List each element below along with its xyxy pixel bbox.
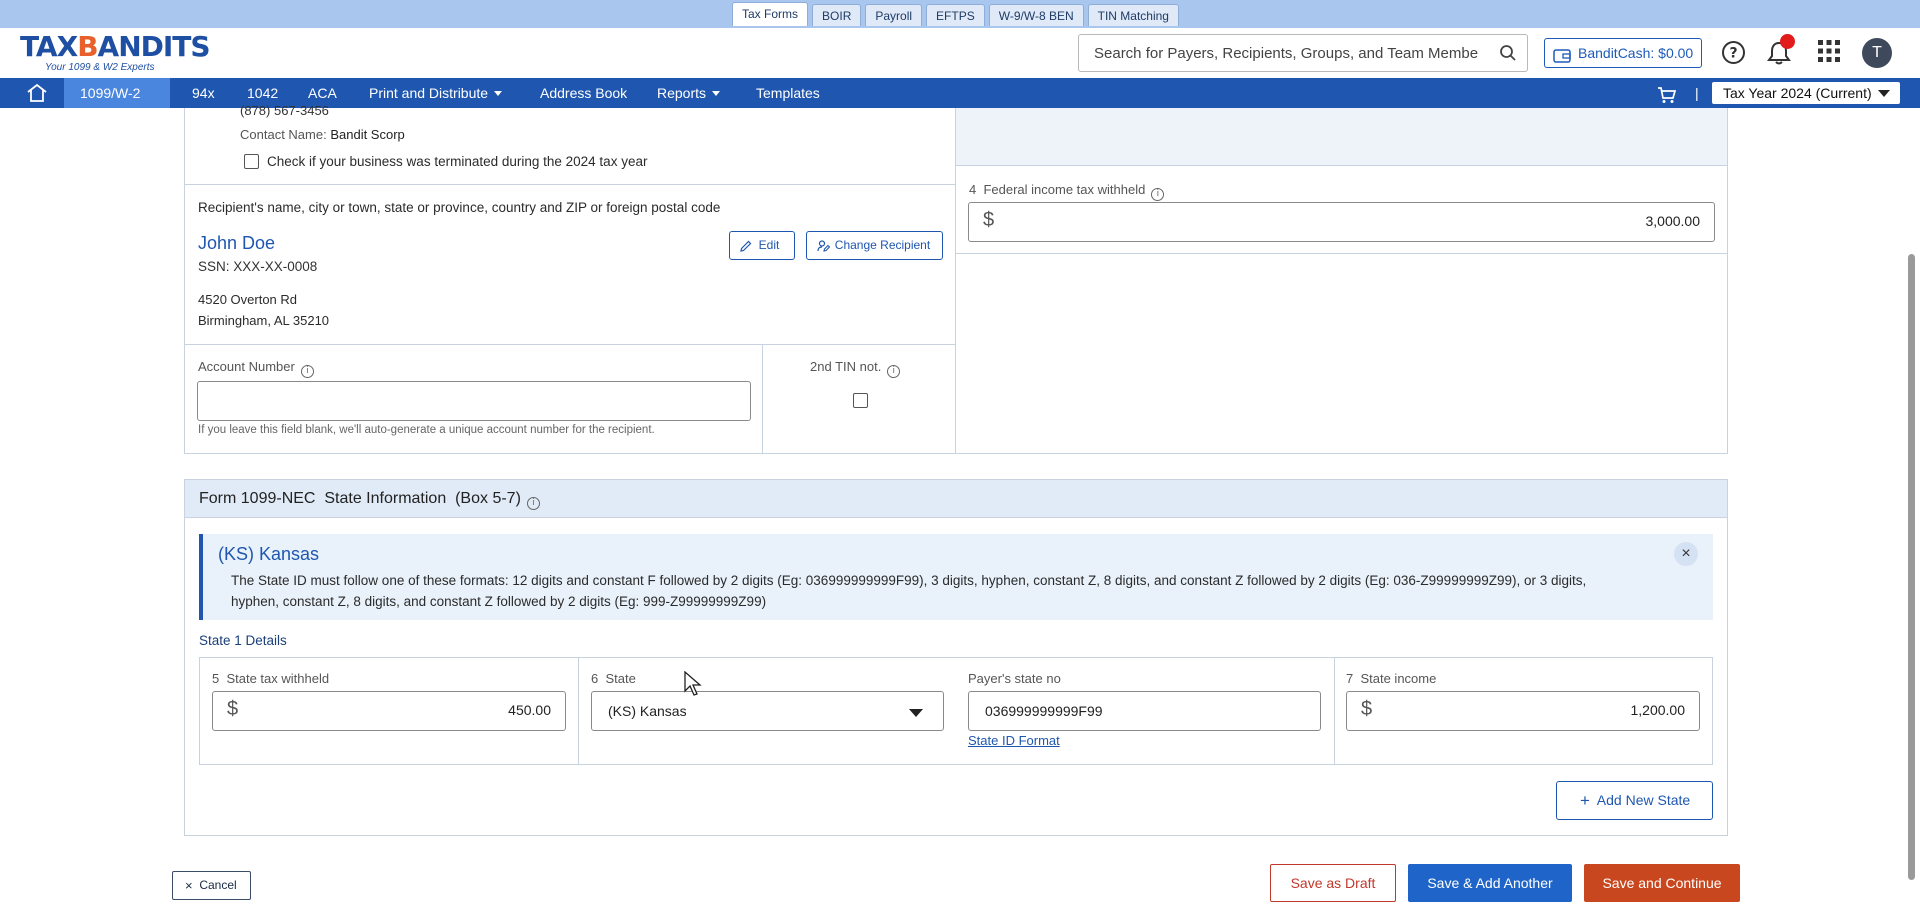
wallet-icon	[1553, 45, 1571, 73]
cancel-button[interactable]: × Cancel	[172, 871, 251, 900]
state-info-header: Form 1099-NEC State Information (Box 5-7…	[184, 479, 1728, 518]
state-1-details-label: State 1 Details	[199, 633, 287, 648]
box6-label: 6 State	[591, 671, 636, 686]
recipient-ssn: SSN: XXX-XX-0008	[198, 259, 318, 274]
box4-label: 4 Federal income tax withheld i	[969, 182, 1165, 201]
nav-templates[interactable]: Templates	[756, 78, 820, 108]
federal-tax-withheld-input[interactable]: $ 3,000.00	[968, 202, 1715, 242]
product-tab-payroll[interactable]: Payroll	[865, 4, 923, 26]
state-select[interactable]: (KS) Kansas	[591, 691, 944, 731]
home-icon[interactable]	[26, 83, 48, 103]
notice-state-name: (KS) Kansas	[218, 544, 320, 564]
state-tax-withheld-input[interactable]: $ 450.00	[212, 691, 566, 731]
info-icon[interactable]: i	[887, 365, 901, 378]
user-edit-icon	[817, 240, 830, 252]
chevron-down-icon	[909, 709, 923, 717]
product-tab-tin-matching[interactable]: TIN Matching	[1087, 4, 1179, 26]
save-as-draft-button[interactable]: Save as Draft	[1270, 864, 1396, 902]
second-tin-label: 2nd TIN not. i	[810, 359, 901, 378]
payer-state-no-input[interactable]: 036999999999F99	[968, 691, 1321, 731]
nav-address-book[interactable]: Address Book	[540, 78, 627, 108]
tax-year-select[interactable]: Tax Year 2024 (Current)	[1712, 82, 1900, 104]
add-new-state-button[interactable]: + Add New State	[1556, 781, 1713, 820]
save-and-continue-button[interactable]: Save and Continue	[1584, 864, 1740, 902]
account-number-label: Account Number i	[198, 359, 314, 378]
payer-section: (878) 567-3456 Contact Name: Bandit Scor…	[184, 103, 956, 185]
info-icon[interactable]: i	[526, 497, 540, 510]
global-search	[1078, 34, 1528, 72]
product-tab-eftps[interactable]: EFTPS	[926, 4, 985, 26]
help-icon[interactable]: ?	[1721, 40, 1746, 70]
box5-label: 5 State tax withheld	[212, 671, 330, 686]
nav-reports[interactable]: Reports	[657, 78, 721, 108]
notification-badge	[1780, 34, 1795, 49]
chevron-down-icon	[1878, 90, 1890, 97]
close-icon: ×	[185, 878, 193, 893]
right-upper-box	[955, 108, 1728, 166]
taxbandits-logo[interactable]: TAXBANDITS Your 1099 & W2 Experts	[20, 30, 220, 74]
notice-text: The State ID must follow one of these fo…	[231, 573, 1587, 609]
product-tabs-strip: Tax Forms BOIR Payroll EFTPS W-9/W-8 BEN…	[0, 0, 1920, 28]
payer-phone: (878) 567-3456	[240, 103, 329, 118]
pencil-icon	[740, 240, 752, 252]
mouse-cursor-icon	[684, 671, 702, 696]
second-tin-section: 2nd TIN not. i	[762, 344, 956, 454]
payer-contact: Contact Name: Bandit Scorp	[240, 127, 405, 142]
account-number-input[interactable]	[197, 381, 751, 421]
product-tab-tax-forms[interactable]: Tax Forms	[732, 2, 809, 26]
search-icon[interactable]	[1499, 44, 1517, 67]
state-income-input[interactable]: $ 1,200.00	[1346, 691, 1700, 731]
product-tab-w9-w8[interactable]: W-9/W-8 BEN	[988, 4, 1084, 26]
state-info-title: Form 1099-NEC State Information (Box 5-7…	[199, 490, 540, 510]
payer-state-no-label: Payer's state no	[968, 671, 1061, 686]
plus-icon: +	[1580, 791, 1590, 810]
right-lower-box	[955, 253, 1728, 454]
second-tin-checkbox[interactable]	[853, 393, 868, 408]
box4-section: 4 Federal income tax withheld i $ 3,000.0…	[955, 165, 1728, 254]
account-number-section: Account Number i If you leave this field …	[184, 344, 763, 454]
nav-separator: |	[1695, 85, 1699, 101]
app-header: TAXBANDITS Your 1099 & W2 Experts Bandit…	[0, 28, 1920, 78]
nav-94x[interactable]: 94x	[192, 78, 215, 108]
apps-grid-icon[interactable]	[1818, 40, 1840, 67]
recipient-address-line2: Birmingham, AL 35210	[198, 313, 330, 328]
nav-print-distribute[interactable]: Print and Distribute	[369, 78, 503, 108]
svg-text:?: ?	[1729, 46, 1737, 62]
terminated-label: Check if your business was terminated du…	[267, 154, 648, 169]
box7-label: 7 State income	[1346, 671, 1437, 686]
info-icon[interactable]: i	[300, 365, 314, 378]
state-id-format-link[interactable]: State ID Format	[968, 733, 1060, 748]
change-recipient-button[interactable]: Change Recipient	[806, 231, 943, 260]
recipient-address-line1: 4520 Overton Rd	[198, 292, 298, 307]
recipient-name: John Doe	[198, 233, 276, 253]
close-icon[interactable]: ×	[1674, 542, 1698, 566]
bandit-cash-button[interactable]: BanditCash: $0.00	[1544, 38, 1702, 68]
chevron-down-icon	[712, 91, 721, 96]
account-number-hint: If you leave this field blank, we'll aut…	[198, 424, 655, 436]
search-input[interactable]	[1079, 35, 1479, 71]
terminated-checkbox[interactable]	[244, 154, 259, 169]
user-avatar[interactable]: T	[1862, 38, 1892, 68]
edit-recipient-button[interactable]: Edit	[729, 231, 795, 260]
chevron-down-icon	[86, 121, 94, 126]
cart-icon[interactable]	[1657, 84, 1677, 103]
recipient-heading: Recipient's name, city or town, state or…	[198, 200, 721, 215]
page-scrollbar[interactable]	[1908, 254, 1915, 880]
chevron-down-icon	[494, 91, 503, 96]
save-add-another-button[interactable]: Save & Add Another	[1408, 864, 1572, 902]
product-tab-boir[interactable]: BOIR	[812, 4, 862, 26]
recipient-section: Recipient's name, city or town, state or…	[184, 184, 956, 345]
state-id-notice: (KS) Kansas The State ID must follow one…	[199, 534, 1713, 620]
info-icon[interactable]: i	[1151, 188, 1165, 201]
nav-1099-w2[interactable]: 1099/W-2	[64, 78, 170, 126]
